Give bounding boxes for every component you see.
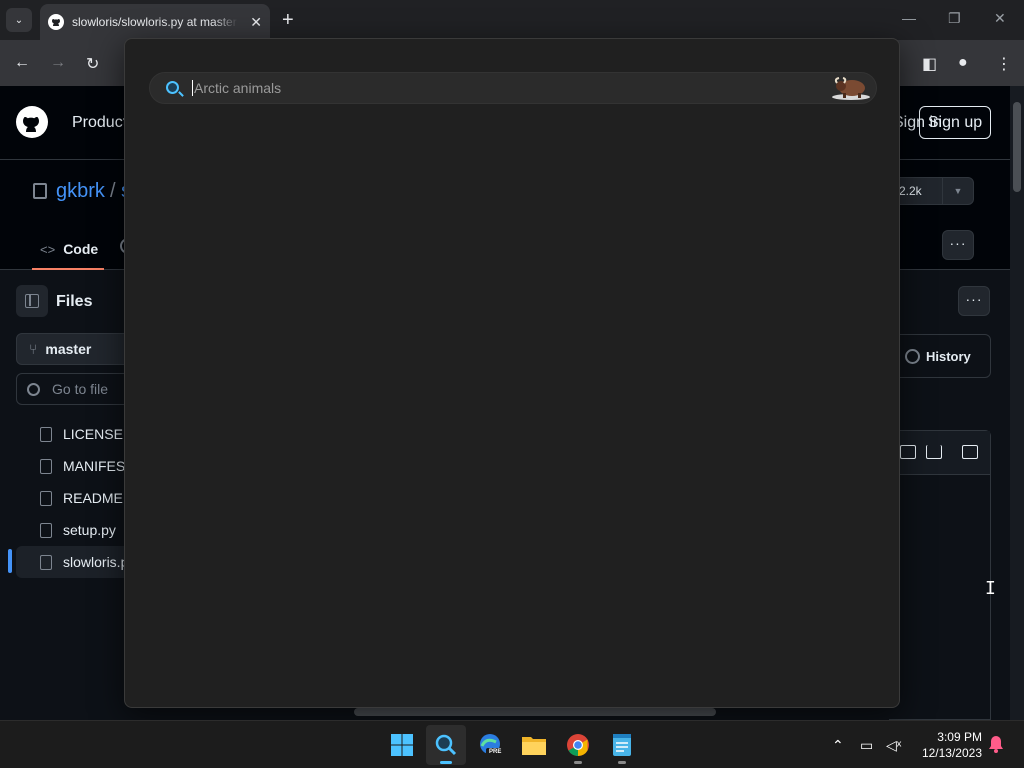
edge-preview-button[interactable]: PRE [470, 725, 510, 765]
code-viewer-toolbar [890, 431, 990, 475]
history-label: History [926, 348, 971, 364]
nav-product[interactable]: Product [72, 114, 127, 132]
search-icon [435, 734, 457, 756]
history-icon [905, 348, 920, 364]
star-dropdown-icon[interactable]: ▼ [942, 177, 974, 205]
tab-code[interactable]: <> Code [32, 230, 104, 270]
notification-bell-icon[interactable] [988, 735, 1004, 753]
chrome-button[interactable] [558, 725, 598, 765]
file-explorer-button[interactable] [514, 725, 554, 765]
repo-separator: / [110, 180, 116, 202]
volume-muted-icon[interactable]: ◁ˣ [886, 737, 901, 754]
code-viewer [889, 430, 991, 720]
vertical-scrollbar[interactable] [1010, 86, 1024, 720]
edge-preview-badge: PRE [489, 749, 502, 755]
taskbar-search-button[interactable] [426, 725, 466, 765]
restore-button[interactable]: ❐ [948, 10, 961, 27]
copy-icon[interactable] [900, 445, 916, 459]
new-tab-button[interactable]: + [282, 9, 294, 32]
collapse-file-tree-button[interactable] [16, 285, 48, 317]
notepad-button[interactable] [602, 725, 642, 765]
file-icon [40, 426, 52, 442]
sidebar-toggle-icon [25, 294, 39, 308]
search-icon [166, 81, 179, 94]
search-icon [27, 382, 40, 396]
file-icon [40, 554, 52, 570]
file-icon [40, 490, 52, 506]
github-logo-icon[interactable] [16, 106, 48, 138]
notepad-icon [613, 734, 631, 756]
profile-icon[interactable]: ● [958, 54, 968, 72]
search-input[interactable] [192, 80, 812, 96]
files-heading: Files [56, 293, 93, 310]
file-icon [40, 458, 52, 474]
sign-up-button[interactable]: Sign up [919, 106, 991, 139]
repo-icon [33, 183, 47, 199]
scrollbar-thumb[interactable] [354, 708, 716, 716]
tab-code-label: Code [63, 241, 99, 257]
tab-close-icon[interactable]: ✕ [250, 14, 262, 31]
repo-owner-link[interactable]: gkbrk [56, 180, 105, 203]
windows-taskbar: PRE ⌃ ▭ ◁ˣ 3:09 PM 12/13/2023 [0, 720, 1024, 768]
tab-search-button[interactable]: ⌄ [6, 8, 32, 32]
close-window-button[interactable]: ✕ [994, 10, 1006, 27]
scrollbar-thumb[interactable] [1013, 102, 1021, 192]
active-file-marker [8, 549, 12, 573]
download-icon[interactable] [926, 445, 942, 459]
chevron-up-icon[interactable]: ⌃ [832, 737, 844, 754]
history-button[interactable]: History [889, 334, 991, 378]
system-clock[interactable]: 3:09 PM 12/13/2023 [912, 729, 982, 761]
code-icon: <> [40, 241, 56, 257]
browser-tab-bar: ⌄ slowloris/slowloris.py at master · gkb… [0, 0, 1024, 40]
github-favicon-icon [48, 14, 64, 30]
running-indicator [574, 761, 582, 764]
text-cursor-icon: I [985, 578, 996, 599]
clock-date: 12/13/2023 [921, 746, 982, 760]
running-indicator [618, 761, 626, 764]
back-icon[interactable]: ← [14, 54, 30, 72]
side-panel-icon[interactable]: ◧ [922, 54, 937, 74]
go-to-file-placeholder: Go to file [52, 381, 109, 397]
file-more-button[interactable]: ··· [958, 286, 990, 316]
folder-icon [522, 737, 546, 755]
windows-logo-icon [391, 734, 413, 756]
browser-tab[interactable]: slowloris/slowloris.py at master · gkbrk… [40, 4, 270, 40]
start-button[interactable] [382, 725, 422, 765]
symbols-icon[interactable] [962, 445, 978, 459]
branch-name: master [45, 341, 92, 357]
reload-icon[interactable]: ↻ [86, 54, 99, 74]
clock-time: 3:09 PM [937, 730, 982, 744]
minimize-button[interactable]: — [902, 10, 916, 26]
branch-icon: ⑂ [29, 341, 38, 357]
forward-icon[interactable]: → [50, 54, 66, 72]
repo-more-button[interactable]: ··· [942, 230, 974, 260]
chrome-icon [567, 734, 589, 756]
tab-title: slowloris/slowloris.py at master · gkbrk… [72, 15, 238, 29]
display-icon[interactable]: ▭ [860, 737, 873, 754]
active-indicator [440, 761, 452, 764]
search-highlight-musk-ox-icon[interactable] [830, 75, 872, 101]
windows-search-panel [124, 38, 900, 708]
file-icon [40, 522, 52, 538]
menu-icon[interactable]: ⋮ [996, 54, 1012, 74]
search-box[interactable] [149, 72, 877, 104]
